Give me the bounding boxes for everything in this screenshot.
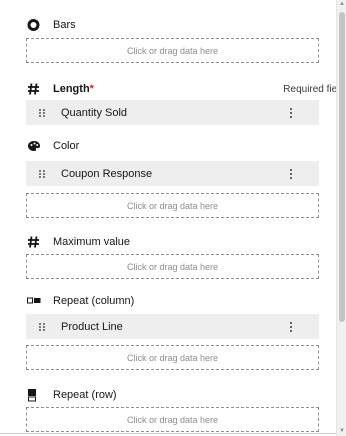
drag-handle-icon[interactable] bbox=[39, 322, 45, 331]
vertical-scrollbar[interactable]: ▲ ▼ bbox=[336, 0, 346, 436]
repeat-row-slot-header: Repeat (row) bbox=[27, 386, 327, 404]
length-label-text: Length bbox=[53, 83, 90, 95]
repeat-column-chip[interactable]: Product Line bbox=[26, 314, 319, 339]
hash-icon bbox=[27, 83, 40, 96]
rows-icon bbox=[27, 389, 37, 402]
circle-ring-icon bbox=[27, 19, 40, 32]
drag-handle-icon[interactable] bbox=[39, 169, 45, 178]
color-label: Color bbox=[53, 140, 80, 152]
repeat-row-label: Repeat (row) bbox=[53, 389, 117, 401]
columns-icon bbox=[27, 297, 41, 305]
palette-icon bbox=[27, 140, 41, 152]
panel-bottom-divider bbox=[0, 433, 336, 434]
color-slot-header: Color bbox=[27, 137, 327, 155]
hash-icon bbox=[27, 236, 40, 249]
repeat-column-dropzone[interactable]: Click or drag data here bbox=[26, 345, 319, 370]
scroll-up-icon[interactable]: ▲ bbox=[339, 1, 345, 7]
repeat-column-slot-header: Repeat (column) bbox=[27, 292, 327, 310]
scroll-down-icon[interactable]: ▼ bbox=[339, 428, 345, 434]
overflow-menu-icon[interactable] bbox=[290, 168, 293, 179]
length-chip[interactable]: Quantity Sold bbox=[26, 100, 319, 125]
repeat-column-label: Repeat (column) bbox=[53, 295, 135, 307]
length-label: Length* bbox=[53, 83, 94, 95]
repeat-row-dropzone[interactable]: Click or drag data here bbox=[26, 407, 319, 432]
bars-dropzone[interactable]: Click or drag data here bbox=[26, 38, 319, 63]
maximum-slot-header: Maximum value bbox=[27, 233, 327, 251]
color-chip-label: Coupon Response bbox=[61, 167, 153, 180]
required-marker: * bbox=[89, 83, 94, 95]
scrollbar-thumb[interactable] bbox=[339, 12, 345, 322]
color-chip[interactable]: Coupon Response bbox=[26, 161, 319, 186]
length-slot-header: Length* Required field bbox=[27, 80, 336, 98]
length-chip-label: Quantity Sold bbox=[61, 106, 128, 119]
overflow-menu-icon[interactable] bbox=[290, 107, 293, 118]
color-dropzone[interactable]: Click or drag data here bbox=[26, 193, 319, 218]
bars-label: Bars bbox=[53, 19, 76, 31]
repeat-column-chip-label: Product Line bbox=[61, 320, 123, 333]
bars-slot-header: Bars bbox=[27, 16, 327, 34]
data-slots-panel: Bars Click or drag data here Length* Req… bbox=[0, 0, 336, 436]
overflow-menu-icon[interactable] bbox=[290, 321, 293, 332]
drag-handle-icon[interactable] bbox=[39, 108, 45, 117]
required-field-note: Required field bbox=[283, 83, 336, 95]
maximum-label: Maximum value bbox=[53, 236, 131, 248]
maximum-dropzone[interactable]: Click or drag data here bbox=[26, 254, 319, 279]
